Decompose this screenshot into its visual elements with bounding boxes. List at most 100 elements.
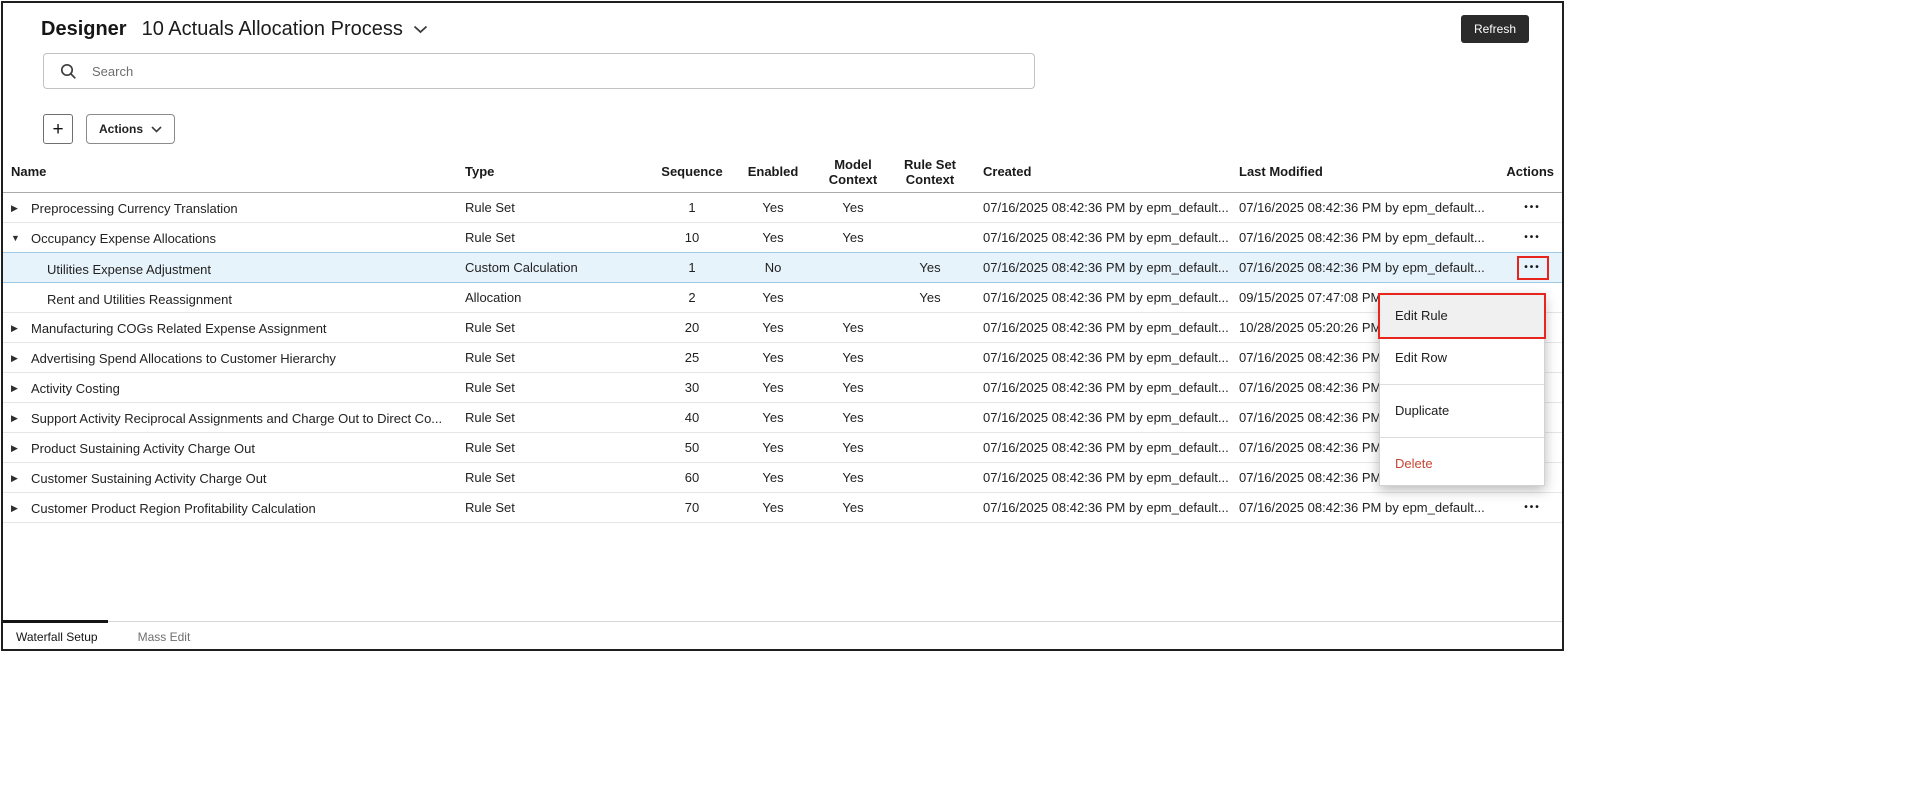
row-model-context: Yes bbox=[821, 493, 885, 523]
row-type: Rule Set bbox=[465, 223, 659, 253]
row-type: Rule Set bbox=[465, 433, 659, 463]
table-row[interactable]: ▶ Manufacturing COGs Related Expense Ass… bbox=[3, 313, 1562, 343]
table-row[interactable]: ▼ Occupancy Expense Allocations Rule Set… bbox=[3, 223, 1562, 253]
row-rule-set-context: Yes bbox=[885, 283, 975, 313]
column-header-type: Type bbox=[465, 153, 659, 193]
table-row[interactable]: ▶ Activity Costing Rule Set 30 Yes Yes 0… bbox=[3, 373, 1562, 403]
tab-mass-edit[interactable]: Mass Edit bbox=[125, 630, 204, 644]
row-rule-set-context bbox=[885, 403, 975, 433]
row-type: Allocation bbox=[465, 283, 659, 313]
page-title: Designer bbox=[41, 17, 127, 40]
row-last-modified: 07/16/2025 08:42:36 PM by epm_default... bbox=[1231, 193, 1501, 223]
row-type: Rule Set bbox=[465, 313, 659, 343]
column-header-sequence: Sequence bbox=[659, 153, 725, 193]
menu-item-edit-rule[interactable]: Edit Rule bbox=[1378, 293, 1546, 339]
row-model-context: Yes bbox=[821, 463, 885, 493]
row-last-modified: 07/16/2025 08:42:36 PM by epm_default... bbox=[1231, 493, 1501, 523]
row-last-modified: 07/16/2025 08:42:36 PM by epm_default... bbox=[1231, 223, 1501, 253]
expand-toggle-icon[interactable]: ▶ bbox=[11, 443, 25, 454]
row-rule-set-context bbox=[885, 223, 975, 253]
menu-divider bbox=[1380, 384, 1544, 385]
search-input[interactable] bbox=[90, 62, 1022, 80]
column-header-last-modified: Last Modified bbox=[1231, 153, 1501, 193]
row-enabled: Yes bbox=[725, 283, 821, 313]
refresh-button[interactable]: Refresh bbox=[1460, 15, 1529, 43]
table-row[interactable]: ▶ Customer Sustaining Activity Charge Ou… bbox=[3, 463, 1562, 493]
row-model-context: Yes bbox=[821, 313, 885, 343]
row-rule-set-context bbox=[885, 193, 975, 223]
table-row[interactable]: Rent and Utilities Reassignment Allocati… bbox=[3, 283, 1562, 313]
table-row[interactable]: ▶ Customer Product Region Profitability … bbox=[3, 493, 1562, 523]
row-enabled: Yes bbox=[725, 193, 821, 223]
table-body: ▶ Preprocessing Currency Translation Rul… bbox=[3, 193, 1562, 523]
row-enabled: Yes bbox=[725, 313, 821, 343]
row-type: Rule Set bbox=[465, 343, 659, 373]
column-header-rule-set-context: Rule Set Context bbox=[885, 153, 975, 193]
table-row[interactable]: ▶ Product Sustaining Activity Charge Out… bbox=[3, 433, 1562, 463]
toolbar: + Actions bbox=[43, 114, 176, 144]
menu-item-edit-row[interactable]: Edit Row bbox=[1380, 337, 1544, 379]
row-name: Product Sustaining Activity Charge Out bbox=[31, 441, 256, 456]
expand-toggle-icon[interactable]: ▶ bbox=[11, 383, 25, 394]
row-name: Preprocessing Currency Translation bbox=[31, 201, 238, 216]
row-enabled: Yes bbox=[725, 343, 821, 373]
active-tab-indicator bbox=[3, 620, 108, 623]
row-name: Support Activity Reciprocal Assignments … bbox=[31, 411, 443, 426]
search-icon bbox=[60, 63, 76, 79]
process-selector[interactable]: 10 Actuals Allocation Process bbox=[142, 18, 428, 41]
expand-toggle-icon[interactable]: ▶ bbox=[11, 473, 25, 484]
actions-menu-button[interactable]: Actions bbox=[86, 114, 176, 144]
row-name: Rent and Utilities Reassignment bbox=[47, 292, 232, 308]
row-created: 07/16/2025 08:42:36 PM by epm_default... bbox=[975, 343, 1231, 373]
row-sequence: 2 bbox=[659, 283, 725, 313]
designer-window: Designer 10 Actuals Allocation Process R… bbox=[1, 1, 1564, 651]
expand-toggle-icon[interactable]: ▶ bbox=[11, 353, 25, 364]
row-enabled: Yes bbox=[725, 493, 821, 523]
row-type: Rule Set bbox=[465, 193, 659, 223]
expand-toggle-icon[interactable]: ▶ bbox=[11, 413, 25, 424]
row-created: 07/16/2025 08:42:36 PM by epm_default... bbox=[975, 433, 1231, 463]
row-created: 07/16/2025 08:42:36 PM by epm_default... bbox=[975, 283, 1231, 313]
column-header-model-context: Model Context bbox=[821, 153, 885, 193]
row-sequence: 60 bbox=[659, 463, 725, 493]
table-row[interactable]: ▶ Support Activity Reciprocal Assignment… bbox=[3, 403, 1562, 433]
context-menu: Edit Rule Edit Row Duplicate Delete bbox=[1378, 293, 1546, 486]
row-type: Custom Calculation bbox=[465, 253, 659, 283]
row-sequence: 30 bbox=[659, 373, 725, 403]
row-actions-button[interactable]: ••• bbox=[1517, 226, 1549, 250]
row-enabled: Yes bbox=[725, 463, 821, 493]
expand-toggle-icon[interactable]: ▶ bbox=[11, 203, 25, 214]
row-enabled: Yes bbox=[725, 403, 821, 433]
row-actions-button[interactable]: ••• bbox=[1517, 196, 1549, 220]
menu-item-delete[interactable]: Delete bbox=[1380, 443, 1544, 485]
menu-item-duplicate[interactable]: Duplicate bbox=[1380, 390, 1544, 432]
expand-toggle-icon[interactable]: ▶ bbox=[11, 503, 25, 514]
column-header-name: Name bbox=[3, 153, 465, 193]
row-model-context: Yes bbox=[821, 343, 885, 373]
table-row[interactable]: ▶ Advertising Spend Allocations to Custo… bbox=[3, 343, 1562, 373]
table-row[interactable]: Utilities Expense Adjustment Custom Calc… bbox=[3, 253, 1562, 283]
expand-toggle-icon[interactable]: ▶ bbox=[11, 323, 25, 334]
row-name: Advertising Spend Allocations to Custome… bbox=[31, 351, 336, 366]
add-button[interactable]: + bbox=[43, 114, 73, 144]
row-name: Customer Sustaining Activity Charge Out bbox=[31, 471, 267, 486]
row-rule-set-context bbox=[885, 313, 975, 343]
row-model-context: Yes bbox=[821, 223, 885, 253]
chevron-down-icon bbox=[151, 125, 162, 133]
rules-table: Name Type Sequence Enabled Model Context… bbox=[3, 153, 1562, 523]
row-rule-set-context bbox=[885, 433, 975, 463]
row-created: 07/16/2025 08:42:36 PM by epm_default... bbox=[975, 493, 1231, 523]
row-name: Utilities Expense Adjustment bbox=[47, 262, 212, 278]
row-actions-button[interactable]: ••• bbox=[1516, 255, 1549, 280]
row-model-context bbox=[821, 283, 885, 313]
table-row[interactable]: ▶ Preprocessing Currency Translation Rul… bbox=[3, 193, 1562, 223]
row-actions-button[interactable]: ••• bbox=[1517, 496, 1549, 520]
row-name: Activity Costing bbox=[31, 381, 120, 396]
row-name: Customer Product Region Profitability Ca… bbox=[31, 501, 316, 516]
column-header-actions: Actions bbox=[1501, 153, 1562, 193]
expand-toggle-icon[interactable]: ▼ bbox=[11, 233, 25, 243]
row-created: 07/16/2025 08:42:36 PM by epm_default... bbox=[975, 463, 1231, 493]
footer-tabs: Waterfall Setup Mass Edit bbox=[3, 620, 1562, 649]
row-type: Rule Set bbox=[465, 403, 659, 433]
tab-waterfall-setup[interactable]: Waterfall Setup bbox=[3, 630, 111, 644]
